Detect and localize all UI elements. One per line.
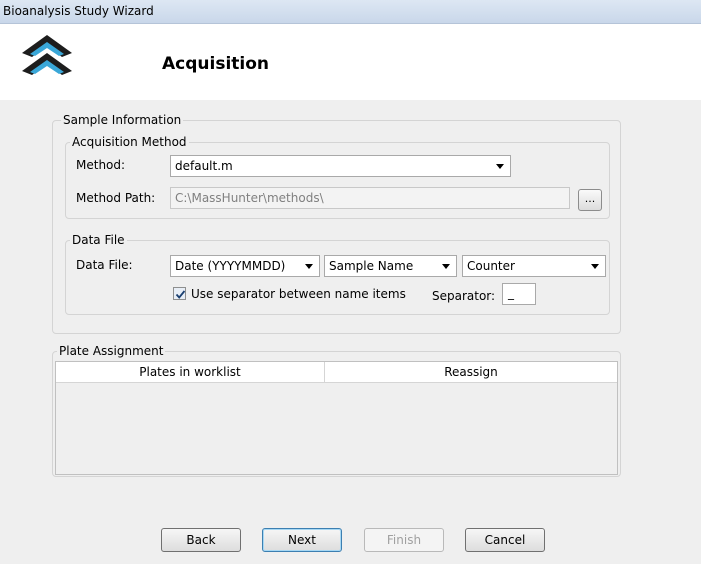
separator-value: _ [508,286,514,300]
browse-method-path-button[interactable]: ... [578,189,602,211]
method-path-field[interactable]: C:\MassHunter\methods\ [170,187,570,209]
use-separator-checkbox[interactable] [173,287,186,300]
acquisition-method-legend: Acquisition Method [70,135,189,149]
title-bar: Bioanalysis Study Wizard [0,0,701,24]
back-button[interactable]: Back [161,528,241,552]
double-chevron-up-logo-icon [22,35,72,75]
data-file-label: Data File: [76,258,133,272]
data-file-part2-value: Sample Name [329,259,414,273]
finish-button[interactable]: Finish [364,528,444,552]
chevron-down-icon [442,264,450,269]
data-file-part1-select[interactable]: Date (YYYYMMDD) [170,255,320,277]
method-path-value: C:\MassHunter\methods\ [175,191,324,205]
chevron-down-icon [496,164,504,169]
data-file-part1-value: Date (YYYYMMDD) [175,259,286,273]
data-file-part2-select[interactable]: Sample Name [324,255,457,277]
window-title: Bioanalysis Study Wizard [3,4,154,18]
plate-assignment-table[interactable]: Plates in worklist Reassign [55,361,618,475]
sample-information-legend: Sample Information [61,113,184,127]
method-select[interactable]: default.m [170,155,511,177]
cancel-button[interactable]: Cancel [465,528,545,552]
use-separator-label: Use separator between name items [191,287,406,301]
method-path-label: Method Path: [76,191,156,205]
page-title: Acquisition [162,54,270,74]
plate-assignment-legend: Plate Assignment [57,344,166,358]
wizard-header: Acquisition [0,24,701,100]
chevron-down-icon [591,264,599,269]
column-header-reassign[interactable]: Reassign [325,362,617,383]
method-select-value: default.m [175,159,233,173]
checkmark-icon [175,290,186,299]
column-header-plates-in-worklist[interactable]: Plates in worklist [56,362,325,383]
separator-input[interactable]: _ [502,283,536,305]
method-label: Method: [76,158,126,172]
data-file-part3-value: Counter [467,259,515,273]
next-button[interactable]: Next [262,528,342,552]
data-file-part3-select[interactable]: Counter [462,255,606,277]
chevron-down-icon [305,264,313,269]
data-file-legend: Data File [70,233,127,247]
separator-label: Separator: [432,289,496,303]
